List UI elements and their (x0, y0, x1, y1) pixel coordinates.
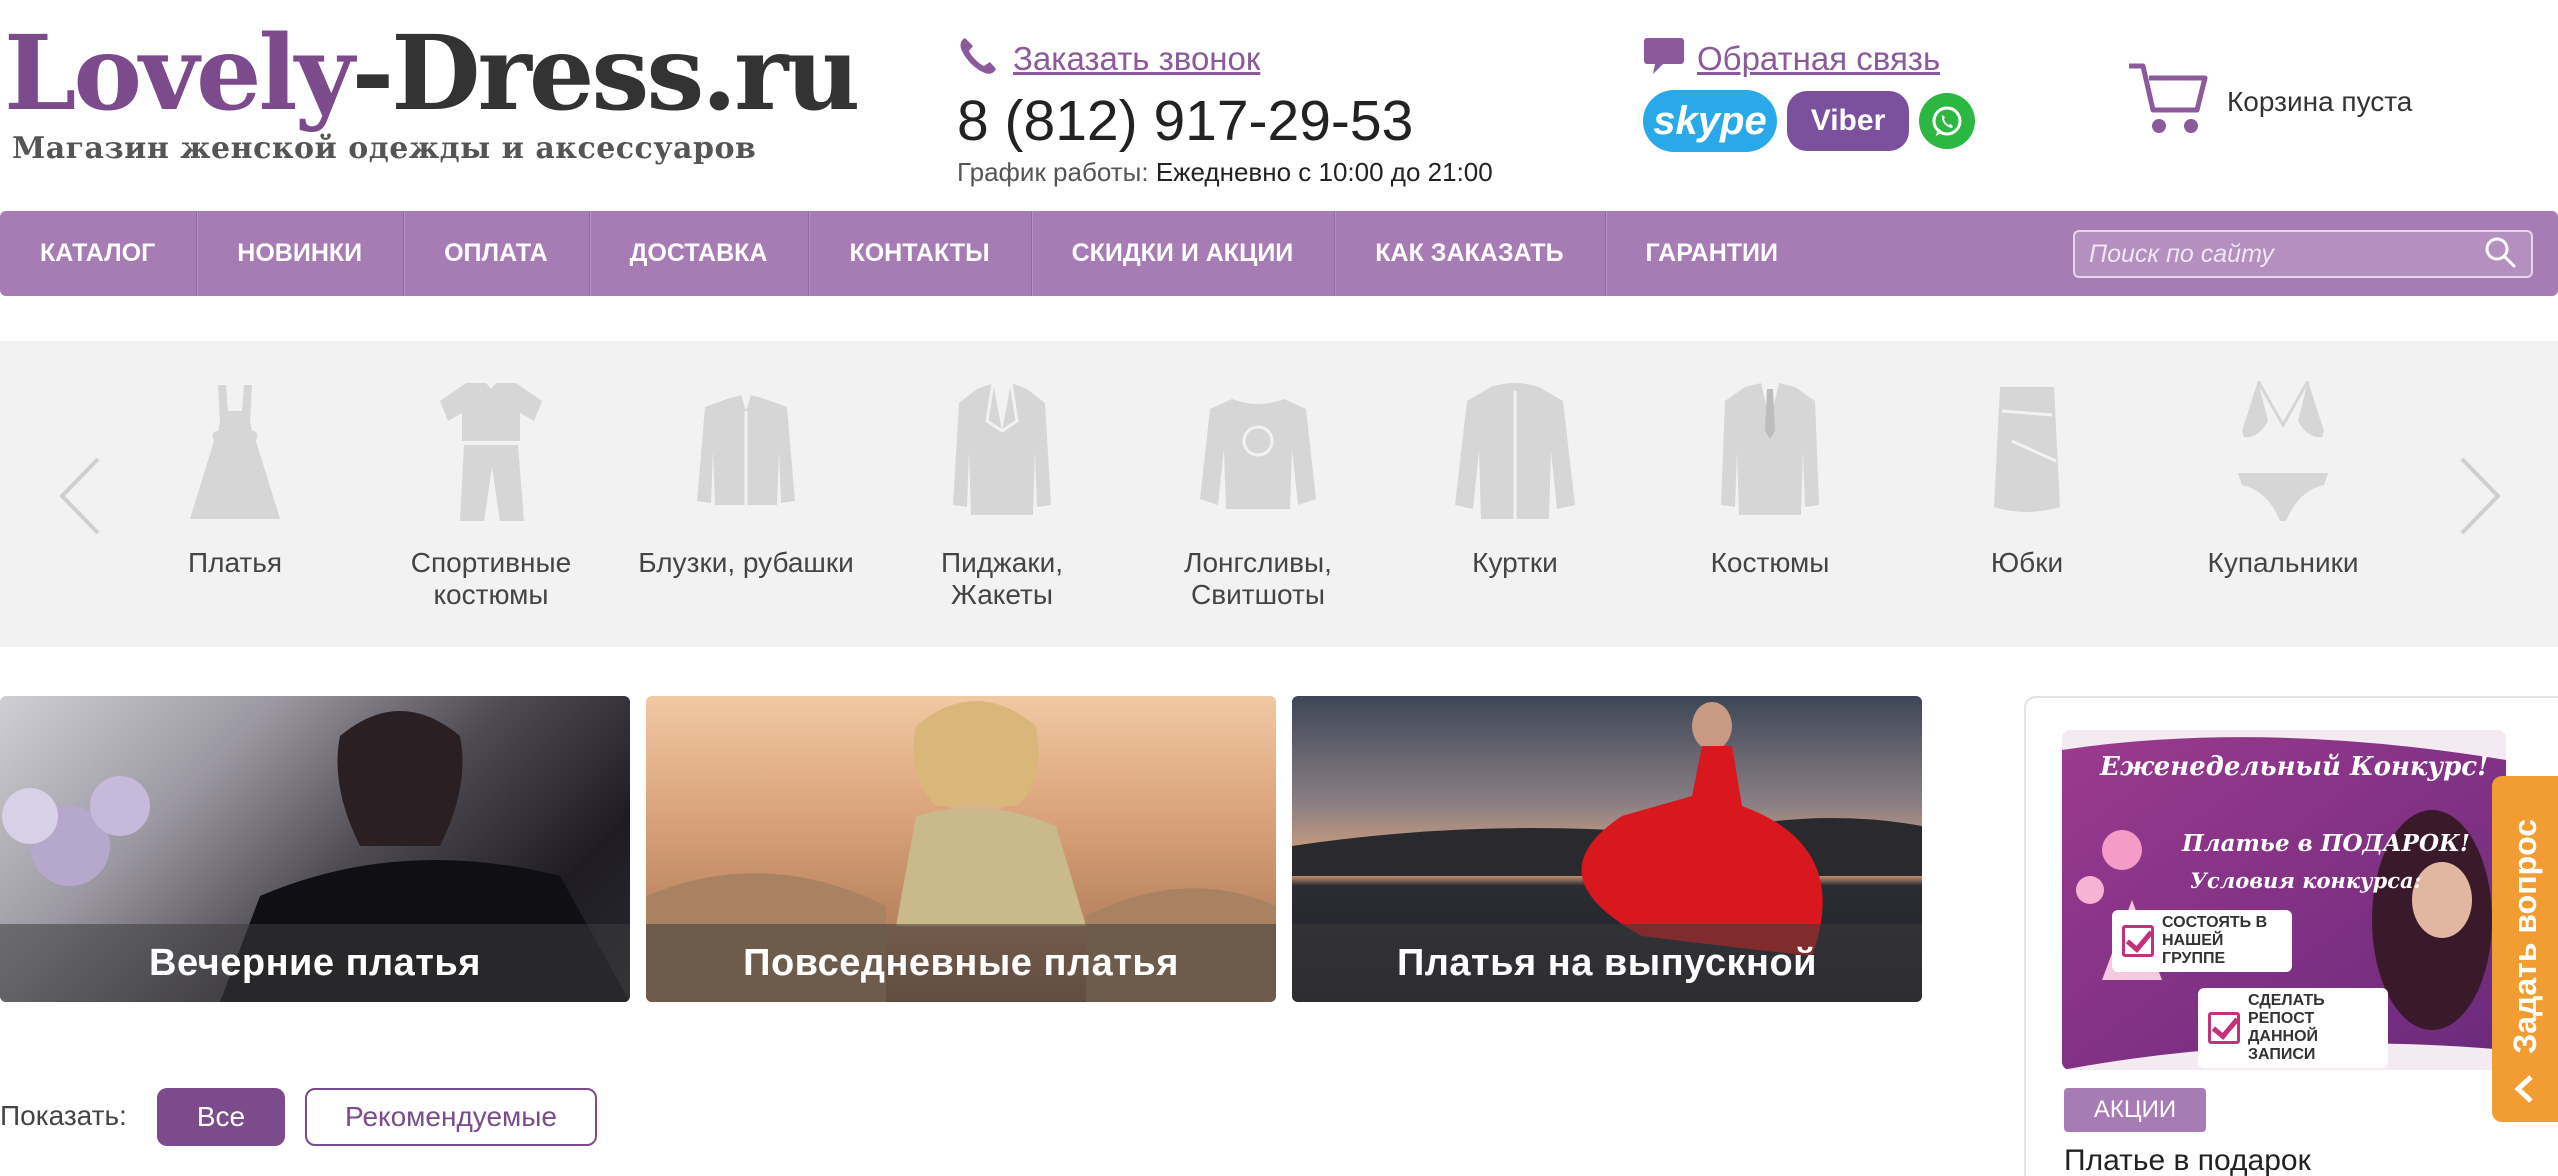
skirt-icon (1994, 387, 2060, 512)
hours-value: Ежедневно с 10:00 до 21:00 (1155, 157, 1493, 187)
promo-step-text: СДЕЛАТЬ РЕПОСТ ДАННОЙ ЗАПИСИ (2248, 992, 2325, 1063)
skype-icon[interactable]: skype (1643, 90, 1777, 152)
messenger-links: skype Viber (1643, 90, 1975, 152)
promo-subtitle: Платье в ПОДАРОК! (2182, 830, 2471, 857)
category-tracksuits[interactable]: Спортивные костюмы (381, 381, 601, 611)
swimsuit-icon (2238, 381, 2328, 521)
banner-caption: Повседневные платья (646, 924, 1276, 1002)
promo-step-text: СОСТОЯТЬ В НАШЕЙ ГРУППЕ (2162, 914, 2268, 967)
promo-step-2: СДЕЛАТЬ РЕПОСТ ДАННОЙ ЗАПИСИ (2198, 988, 2388, 1068)
nav-delivery[interactable]: ДОСТАВКА (590, 211, 810, 296)
ask-question-button[interactable]: Задать вопрос (2492, 776, 2558, 1122)
chat-bubble-icon (1643, 36, 1685, 81)
work-hours: График работы: Ежедневно с 10:00 до 21:0… (957, 157, 1493, 188)
banner-evening-dresses[interactable]: Вечерние платья (0, 696, 630, 1002)
promo-step-1: СОСТОЯТЬ В НАШЕЙ ГРУППЕ (2112, 910, 2292, 972)
banner-caption: Платья на выпускной (1292, 924, 1922, 1002)
suit-icon (1721, 383, 1819, 515)
nav-guarantees[interactable]: ГАРАНТИИ (1606, 211, 1819, 296)
side-promo-panel: Еженедельный Конкурс! Платье в ПОДАРОК! … (2024, 696, 2558, 1176)
search-input[interactable] (2089, 239, 2483, 269)
phone-number: 8 (812) 917-29-53 (957, 89, 1414, 153)
filter-all-button[interactable]: Все (157, 1088, 285, 1146)
phone-icon (957, 36, 999, 81)
category-label: Купальники (2207, 547, 2359, 578)
coat-icon (1455, 383, 1575, 519)
category-label: Костюмы (1710, 547, 1830, 578)
category-coats[interactable]: Куртки (1405, 381, 1625, 579)
ask-question-label: Задать вопрос (2506, 819, 2543, 1054)
search-icon[interactable] (2483, 235, 2517, 274)
category-jackets[interactable]: Пиджаки, Жакеты (892, 381, 1112, 611)
category-swimsuits[interactable]: Купальники (2173, 381, 2393, 579)
cart-status: Корзина пуста (2227, 85, 2413, 117)
category-label: Лонгсливы, Свитшоты (1184, 547, 1332, 610)
filter-recommended-button[interactable]: Рекомендуемые (305, 1088, 597, 1146)
category-label: Пиджаки, Жакеты (940, 547, 1064, 610)
callback-link[interactable]: Заказать звонок (1013, 40, 1260, 78)
checkbox-checked-icon (2208, 1012, 2240, 1044)
tracksuit-icon (440, 383, 542, 521)
dress-icon (190, 385, 280, 519)
category-label: Куртки (1472, 547, 1558, 578)
whatsapp-icon[interactable] (1919, 93, 1975, 149)
chevron-left-icon[interactable] (50, 451, 110, 541)
site-logo[interactable]: Lovely-Dress.ru Магазин женской одежды и… (4, 13, 860, 166)
promo-conditions-label: Условия конкурса: (2190, 868, 2422, 893)
logo-tagline: Магазин женской одежды и аксессуаров (12, 131, 757, 166)
category-dresses[interactable]: Платья (125, 381, 345, 579)
promo-title: Еженедельный Конкурс! (2100, 752, 2489, 782)
banner-caption: Вечерние платья (0, 924, 630, 1002)
category-label: Платья (188, 547, 282, 578)
checkbox-checked-icon (2122, 925, 2154, 957)
banner-prom-dresses[interactable]: Платья на выпускной (1292, 696, 1922, 1002)
nav-catalog[interactable]: КАТАЛОГ (0, 211, 198, 296)
show-filter-label: Показать: (0, 1100, 127, 1131)
category-label: Спортивные костюмы (410, 547, 572, 610)
category-sweatshirts[interactable]: Лонгсливы, Свитшоты (1148, 381, 1368, 611)
promo-badge[interactable]: АКЦИИ (2064, 1088, 2206, 1132)
promo-banner[interactable]: Еженедельный Конкурс! Платье в ПОДАРОК! … (2062, 730, 2506, 1070)
callback-block: Заказать звонок (957, 36, 1260, 81)
search-box (2073, 230, 2533, 278)
chevron-right-icon[interactable] (2450, 451, 2510, 541)
category-blouses[interactable]: Блузки, рубашки (636, 381, 856, 579)
banner-casual-dresses[interactable]: Повседневные платья (646, 696, 1276, 1002)
sweatshirt-icon (1200, 399, 1316, 509)
category-label: Блузки, рубашки (638, 547, 854, 578)
hours-label: График работы: (957, 157, 1149, 187)
cart-icon (2127, 60, 2211, 143)
category-suits[interactable]: Костюмы (1660, 381, 1880, 579)
main-nav: КАТАЛОГ НОВИНКИ ОПЛАТА ДОСТАВКА КОНТАКТЫ… (0, 211, 2558, 296)
category-label: Юбки (1990, 547, 2064, 578)
viber-icon[interactable]: Viber (1787, 91, 1909, 151)
nav-contacts[interactable]: КОНТАКТЫ (809, 211, 1032, 296)
logo-wordmark: Lovely-Dress.ru (4, 13, 860, 134)
feedback-block: Обратная связь (1643, 36, 1940, 81)
nav-discounts[interactable]: СКИДКИ И АКЦИИ (1032, 211, 1336, 296)
nav-new[interactable]: НОВИНКИ (197, 211, 405, 296)
category-skirts[interactable]: Юбки (1917, 381, 2137, 579)
promo-caption[interactable]: Платье в подарок (2064, 1144, 2311, 1176)
jacket-icon (953, 382, 1051, 515)
nav-how-to-order[interactable]: КАК ЗАКАЗАТЬ (1335, 211, 1606, 296)
feedback-link[interactable]: Обратная связь (1697, 40, 1940, 78)
shirt-icon (697, 395, 795, 505)
chevron-left-icon (2514, 1075, 2533, 1103)
category-carousel: Платья Спортивные костюмы Блузки, рубашк… (0, 341, 2558, 647)
cart-block[interactable]: Корзина пуста (2127, 60, 2412, 143)
nav-payment[interactable]: ОПЛАТА (404, 211, 590, 296)
